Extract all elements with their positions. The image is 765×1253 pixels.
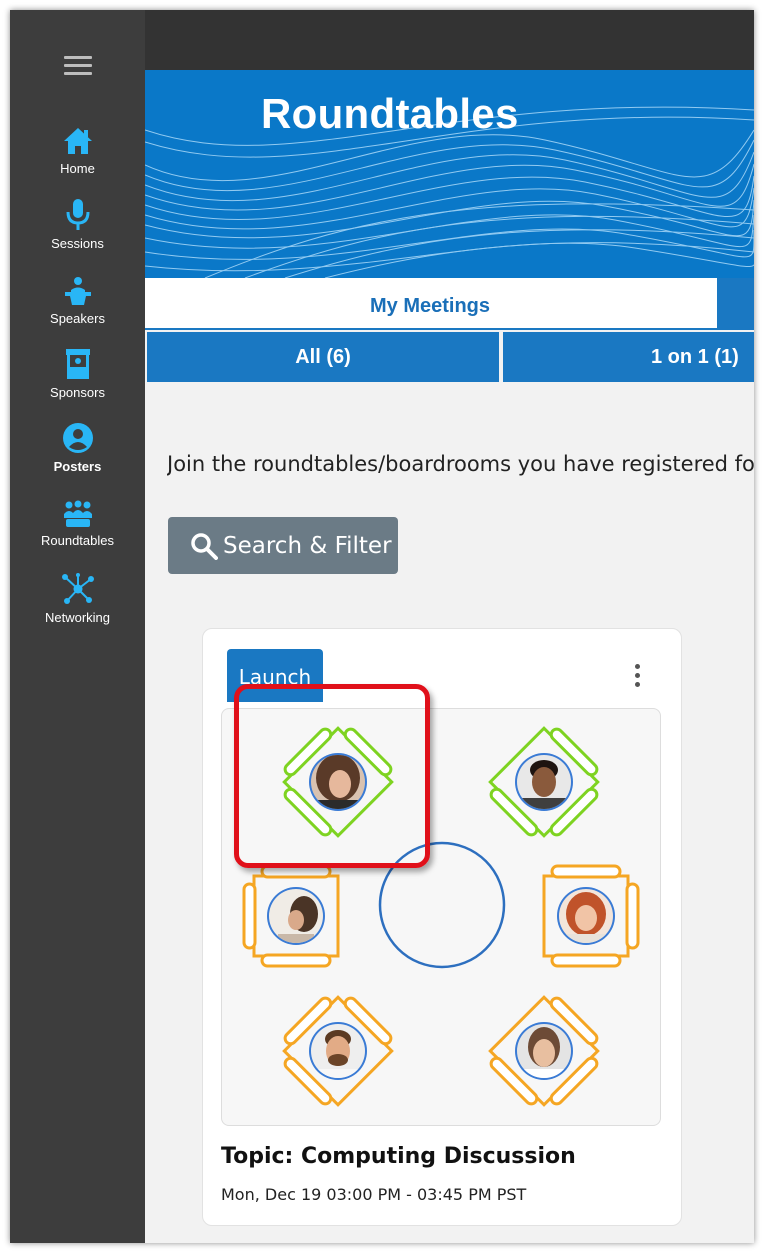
- sidebar-item-sessions[interactable]: Sessions: [10, 198, 145, 251]
- sidebar-item-roundtables[interactable]: Roundtables: [10, 500, 145, 548]
- home-icon: [63, 128, 92, 154]
- app-window: Home Sessions Speakers Sponsors Posters …: [10, 10, 754, 1243]
- avatar-seat-4[interactable]: [557, 887, 615, 954]
- meeting-topic: Topic: Computing Discussion: [221, 1144, 576, 1169]
- top-bar: [145, 10, 754, 70]
- avatar-seat-5[interactable]: [309, 1022, 367, 1089]
- tab-one-on-one[interactable]: 1 on 1 (1): [503, 332, 754, 382]
- intro-text: Join the roundtables/boardrooms you have…: [167, 452, 754, 476]
- sidebar-item-label: Speakers: [50, 311, 105, 326]
- search-icon: [191, 533, 218, 560]
- sidebar-item-posters[interactable]: Posters: [10, 422, 145, 474]
- podium-icon: [64, 277, 91, 305]
- secondary-tabs: All (6) 1 on 1 (1): [145, 332, 754, 382]
- page-banner: Roundtables: [145, 70, 754, 278]
- tab-my-meetings[interactable]: My Meetings: [145, 278, 715, 330]
- sidebar-item-label: Home: [60, 161, 95, 176]
- meeting-schedule: Mon, Dec 19 03:00 PM - 03:45 PM PST: [221, 1185, 527, 1204]
- tab-underline: [145, 328, 754, 330]
- sidebar: Home Sessions Speakers Sponsors Posters …: [10, 10, 145, 1243]
- sidebar-item-label: Roundtables: [41, 533, 114, 548]
- search-filter-label: Search & Filter: [223, 533, 392, 559]
- sidebar-item-label: Sponsors: [50, 385, 105, 400]
- hamburger-menu-icon[interactable]: [64, 56, 92, 76]
- tab-next[interactable]: [717, 278, 754, 328]
- sidebar-item-label: Sessions: [51, 236, 104, 251]
- sidebar-item-home[interactable]: Home: [10, 126, 145, 176]
- tab-all[interactable]: All (6): [147, 332, 499, 382]
- sidebar-item-sponsors[interactable]: Sponsors: [10, 348, 145, 400]
- primary-tabs: My Meetings: [145, 278, 754, 330]
- network-icon: [61, 573, 94, 604]
- booth-icon: [65, 349, 90, 379]
- sidebar-item-networking[interactable]: Networking: [10, 573, 145, 625]
- sidebar-item-speakers[interactable]: Speakers: [10, 276, 145, 326]
- search-filter-button[interactable]: Search & Filter: [168, 517, 398, 574]
- avatar-seat-3[interactable]: [267, 887, 325, 954]
- more-vertical-icon[interactable]: [629, 664, 645, 694]
- avatar-seat-2[interactable]: [515, 753, 573, 818]
- highlight-annotation: [234, 684, 430, 868]
- sidebar-item-label: Networking: [44, 610, 111, 625]
- page-title: Roundtables: [261, 90, 519, 137]
- sidebar-item-label: Posters: [53, 459, 102, 474]
- microphone-icon: [66, 199, 89, 230]
- group-icon: [63, 500, 92, 527]
- avatar-seat-6[interactable]: [515, 1022, 573, 1089]
- user-circle-icon: [62, 423, 93, 453]
